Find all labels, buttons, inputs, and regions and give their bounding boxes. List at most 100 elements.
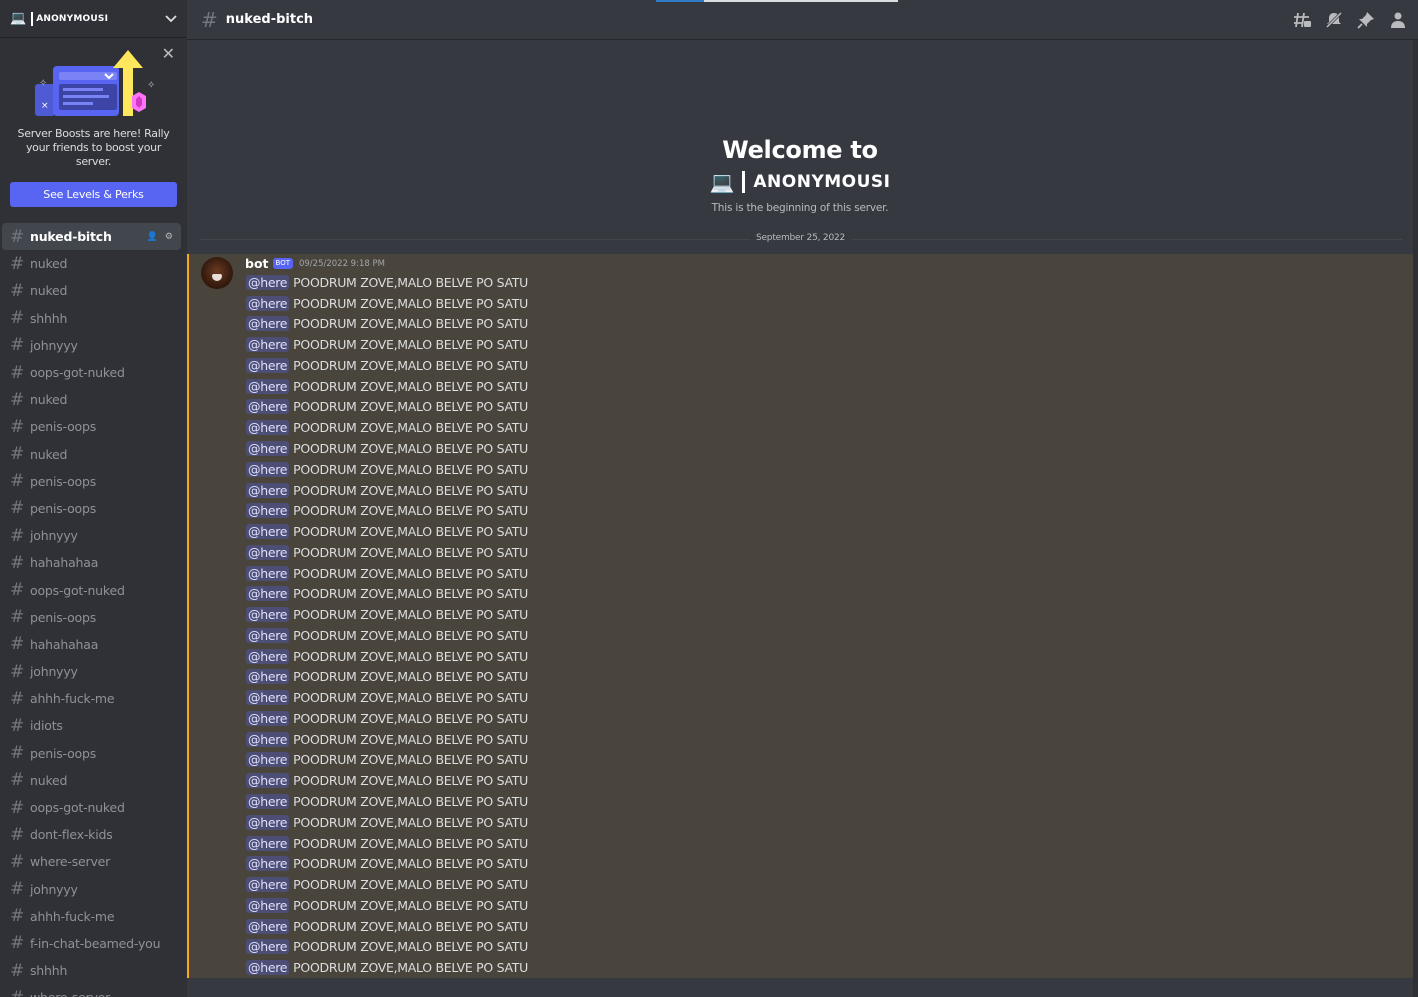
here-mention[interactable]: @here: [246, 544, 290, 560]
gear-icon[interactable]: ⚙: [165, 232, 173, 242]
here-mention[interactable]: @here: [246, 814, 290, 830]
here-mention[interactable]: @here: [246, 794, 290, 810]
channel-name: johnyyy: [30, 337, 78, 353]
here-mention[interactable]: @here: [246, 690, 290, 706]
message-line: @here POODRUM ZOVE,MALO BELVE PO SATU: [246, 563, 528, 584]
see-levels-button[interactable]: See Levels & Perks: [10, 182, 177, 207]
here-mention[interactable]: @here: [246, 441, 290, 456]
message-line: @here POODRUM ZOVE,MALO BELVE PO SATU: [246, 334, 528, 355]
server-name: ANONYMOUSI: [36, 13, 109, 24]
sidebar-item-channel[interactable]: #where-server: [2, 848, 181, 875]
here-mention[interactable]: @here: [246, 503, 290, 519]
sidebar-item-channel[interactable]: # ahhh-fuck-me: [2, 903, 181, 930]
channel-name: hahahahaa: [30, 555, 99, 571]
message-line: @here POODRUM ZOVE,MALO BELVE PO SATU: [246, 500, 528, 521]
sidebar-item-channel[interactable]: # penis-oops: [2, 604, 181, 631]
sidebar-item-channel[interactable]: # oops-got-nuked: [2, 794, 181, 821]
here-mention[interactable]: @here: [246, 357, 290, 373]
here-mention[interactable]: @here: [246, 627, 290, 643]
sidebar-item-channel[interactable]: # johnyyy: [2, 876, 181, 903]
channel-name: oops-got-nuked: [30, 582, 125, 598]
here-mention[interactable]: @here: [246, 316, 290, 332]
hash-icon: #: [10, 308, 25, 329]
invite-icon[interactable]: 👤: [147, 232, 158, 242]
channel-name: penis-oops: [30, 745, 97, 761]
sidebar-item-channel[interactable]: # johnyyy: [2, 658, 181, 685]
message-text: POODRUM ZOVE,MALO BELVE PO SATU: [293, 918, 528, 934]
here-mention[interactable]: @here: [246, 399, 290, 415]
here-mention[interactable]: @here: [246, 524, 290, 540]
here-mention[interactable]: @here: [246, 835, 290, 851]
here-mention[interactable]: @here: [246, 295, 290, 311]
sidebar-item-channel[interactable]: # nuked-bitch 👤 ⚙: [2, 223, 181, 251]
server-header[interactable]: 💻 ANONYMOUSI: [0, 0, 187, 38]
here-mention[interactable]: @here: [246, 337, 290, 353]
pin-icon[interactable]: [1356, 10, 1376, 30]
here-mention[interactable]: @here: [246, 274, 290, 290]
here-mention[interactable]: @here: [246, 607, 290, 623]
sidebar-item-channel[interactable]: # penis-oops: [2, 468, 181, 495]
sidebar-item-channel[interactable]: # nuked: [2, 386, 181, 413]
message-text: POODRUM ZOVE,MALO BELVE PO SATU: [293, 378, 528, 394]
mute-icon[interactable]: [1324, 10, 1344, 30]
here-mention[interactable]: @here: [246, 669, 290, 685]
sidebar-item-channel[interactable]: # johnyyy: [2, 522, 181, 549]
sidebar-item-channel[interactable]: # nuked: [2, 250, 181, 277]
sidebar-item-channel[interactable]: # hahahahaa: [2, 631, 181, 658]
message-group[interactable]: bot BOT 09/25/2022 9:18 PM @here POODRUM …: [187, 254, 1413, 978]
sidebar-item-channel[interactable]: # nuked: [2, 767, 181, 794]
here-mention[interactable]: @here: [246, 918, 290, 934]
composer-area: [187, 978, 1418, 997]
message-line: @here POODRUM ZOVE,MALO BELVE PO SATU: [246, 874, 528, 895]
sidebar-item-channel[interactable]: # dont-flex-kids: [2, 821, 181, 848]
close-icon[interactable]: ✕: [162, 46, 175, 62]
here-mention[interactable]: @here: [246, 856, 290, 872]
avatar[interactable]: [201, 257, 233, 289]
hash-icon: #: [10, 498, 25, 519]
sidebar-item-channel[interactable]: # oops-got-nuked: [2, 359, 181, 386]
message-author[interactable]: bot: [245, 256, 269, 271]
sidebar-item-channel[interactable]: # idiots: [2, 712, 181, 739]
sidebar-item-channel[interactable]: # penis-oops: [2, 413, 181, 440]
hash-icon: #: [10, 471, 25, 492]
sidebar-item-channel[interactable]: # penis-oops: [2, 740, 181, 767]
threads-icon[interactable]: [1292, 10, 1312, 30]
here-mention[interactable]: @here: [246, 731, 290, 747]
here-mention[interactable]: @here: [246, 420, 290, 436]
here-mention[interactable]: @here: [246, 710, 290, 726]
here-mention[interactable]: @here: [246, 752, 290, 768]
here-mention[interactable]: @here: [246, 773, 290, 789]
sidebar-item-channel[interactable]: # oops-got-nuked: [2, 576, 181, 603]
message-text: POODRUM ZOVE,MALO BELVE PO SATU: [293, 586, 528, 602]
sidebar-item-channel[interactable]: # hahahahaa: [2, 549, 181, 576]
scrollbar[interactable]: [1413, 40, 1418, 997]
message-line: @here POODRUM ZOVE,MALO BELVE PO SATU: [246, 853, 528, 874]
here-mention[interactable]: @here: [246, 960, 290, 976]
sidebar-item-channel[interactable]: # penis-oops: [2, 495, 181, 522]
sidebar-item-channel[interactable]: # nuked: [2, 277, 181, 304]
here-mention[interactable]: @here: [246, 378, 290, 394]
message-text: POODRUM ZOVE,MALO BELVE PO SATU: [293, 877, 528, 893]
here-mention[interactable]: @here: [246, 939, 290, 955]
here-mention[interactable]: @here: [246, 897, 290, 913]
here-mention[interactable]: @here: [246, 877, 290, 893]
sidebar-item-channel[interactable]: # f-in-chat-beamed-you: [2, 930, 181, 957]
sidebar-item-channel[interactable]: # johnyyy: [2, 332, 181, 359]
sidebar-item-channel[interactable]: # nuked: [2, 441, 181, 468]
chevron-down-icon[interactable]: [165, 12, 177, 26]
sidebar-item-channel[interactable]: # shhhh: [2, 957, 181, 984]
sidebar-item-channel[interactable]: #where-server: [2, 984, 181, 997]
message-line: @here POODRUM ZOVE,MALO BELVE PO SATU: [246, 438, 528, 459]
here-mention[interactable]: @here: [246, 648, 290, 664]
here-mention[interactable]: @here: [246, 565, 290, 581]
message-text: POODRUM ZOVE,MALO BELVE PO SATU: [293, 814, 528, 830]
here-mention[interactable]: @here: [246, 482, 290, 498]
message-text: POODRUM ZOVE,MALO BELVE PO SATU: [293, 710, 528, 726]
hash-icon: #: [10, 362, 25, 383]
sidebar-item-channel[interactable]: # ahhh-fuck-me: [2, 685, 181, 712]
sidebar-item-channel[interactable]: # shhhh: [2, 305, 181, 332]
hash-icon: #: [10, 444, 25, 465]
here-mention[interactable]: @here: [246, 461, 290, 477]
members-icon[interactable]: [1388, 10, 1408, 30]
here-mention[interactable]: @here: [246, 586, 290, 602]
